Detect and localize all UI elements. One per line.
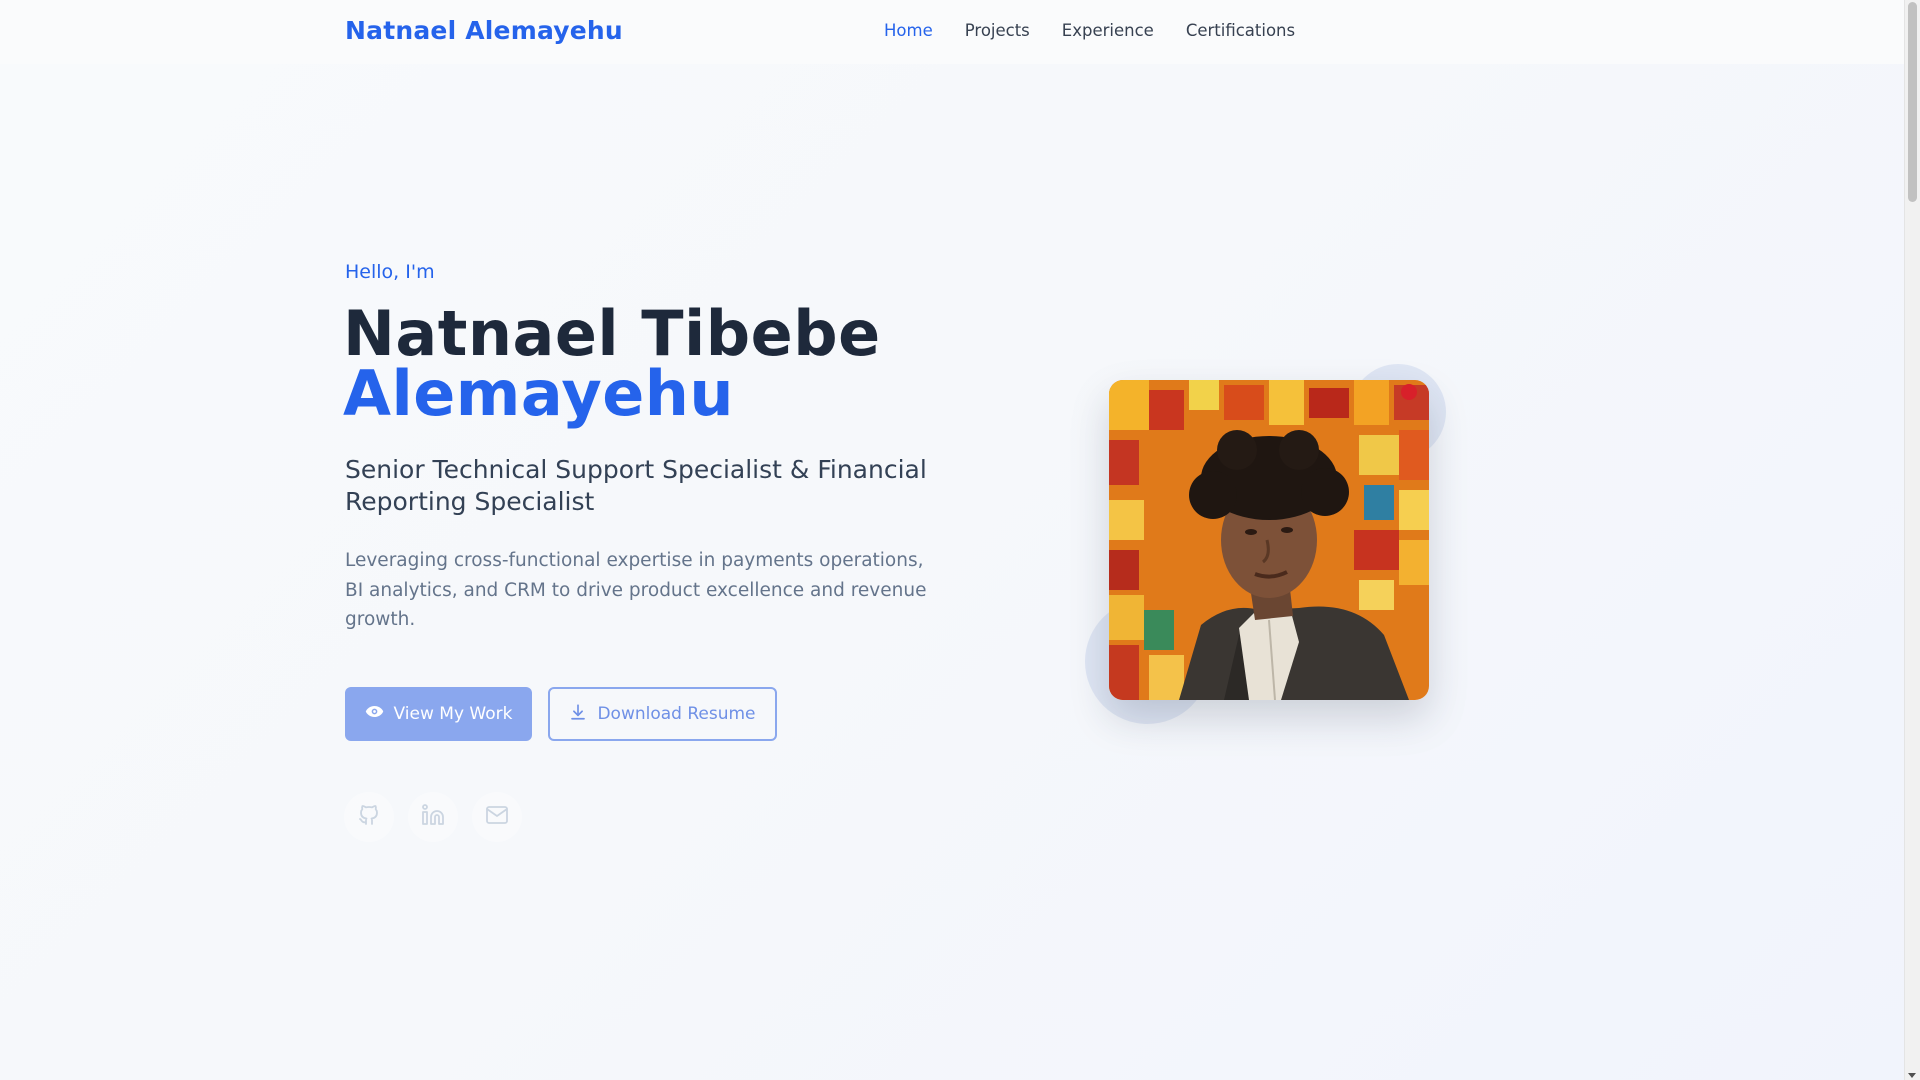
view-my-work-button[interactable]: View My Work — [345, 687, 532, 741]
github-link[interactable] — [344, 792, 394, 842]
navbar: Natnael Alemayehu Home Projects Experien… — [0, 0, 1905, 64]
view-my-work-label: View My Work — [393, 704, 513, 724]
page-scrollbar[interactable] — [1904, 0, 1920, 1080]
scrollbar-thumb[interactable] — [1908, 2, 1917, 202]
hero-name: Natnael Tibebe Alemayehu — [343, 303, 881, 425]
hero-description: Leveraging cross-functional expertise in… — [345, 550, 927, 630]
download-resume-button[interactable]: Download Resume — [548, 687, 777, 741]
hero-role: Senior Technical Support Specialist & Fi… — [345, 455, 927, 516]
scroll-down-arrow-icon[interactable] — [1908, 1073, 1916, 1078]
nav-link-experience[interactable]: Experience — [1062, 21, 1154, 40]
hero-greeting: Hello, I'm — [345, 261, 435, 283]
github-icon — [357, 803, 381, 831]
download-icon — [569, 703, 587, 726]
profile-photo — [1109, 380, 1429, 700]
email-link[interactable] — [472, 792, 522, 842]
mail-icon — [485, 803, 509, 831]
brand-logo[interactable]: Natnael Alemayehu — [345, 16, 623, 45]
nav-link-projects[interactable]: Projects — [965, 21, 1030, 40]
nav-links: Home Projects Experience Certifications — [884, 21, 1295, 40]
eye-icon — [365, 702, 384, 726]
download-resume-label: Download Resume — [597, 704, 756, 724]
profile-photo-image — [1109, 380, 1429, 700]
nav-link-home[interactable]: Home — [884, 21, 933, 40]
linkedin-icon — [421, 803, 445, 831]
linkedin-link[interactable] — [408, 792, 458, 842]
nav-link-certifications[interactable]: Certifications — [1186, 21, 1295, 40]
hero-name-last: Alemayehu — [343, 357, 735, 430]
